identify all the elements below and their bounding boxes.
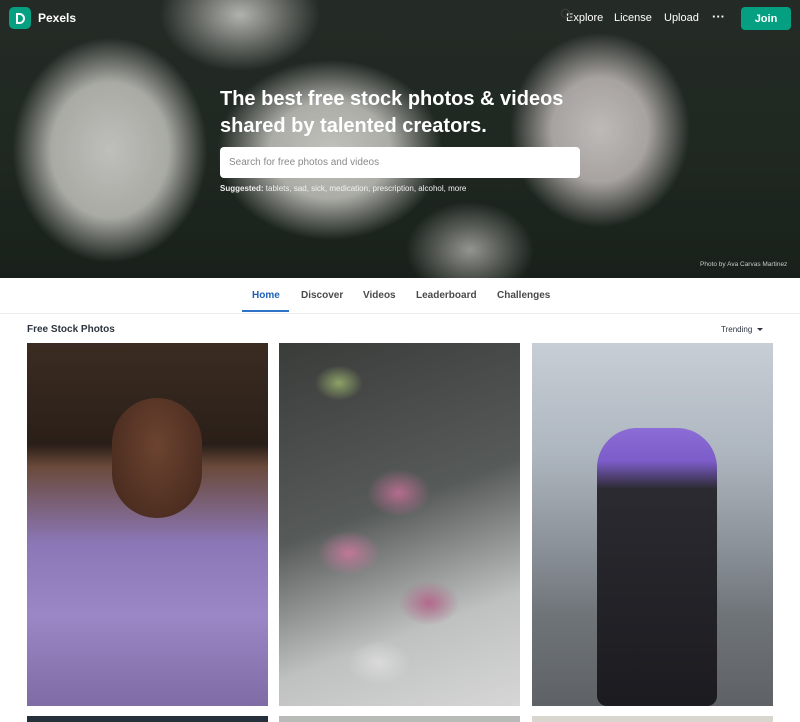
- sort-dropdown[interactable]: Trending: [721, 325, 764, 334]
- photo-flower-shelves[interactable]: [279, 343, 520, 706]
- photo-next-row-1[interactable]: [27, 716, 268, 722]
- hero-banner: Pexels Explore License Upload ··· Join T…: [0, 0, 800, 278]
- sort-selected-value: Trending: [721, 325, 753, 334]
- search-icon[interactable]: [560, 8, 573, 21]
- tab-videos[interactable]: Videos: [363, 290, 396, 301]
- tab-home[interactable]: Home: [252, 290, 280, 301]
- photo-next-row-3[interactable]: [532, 716, 773, 722]
- photo-next-row-2[interactable]: [279, 716, 520, 722]
- chevron-down-icon: [757, 328, 764, 332]
- suggested-searches: Suggested: tablets, sad, sick, medicatio…: [220, 184, 466, 193]
- hero-headline: The best free stock photos & videos shar…: [220, 86, 600, 140]
- photo-credit[interactable]: Photo by Ava Carvas Martinez: [700, 261, 787, 268]
- active-tab-indicator: [242, 310, 289, 312]
- hero-headline-line1: The best free stock photos & videos: [220, 88, 564, 110]
- search-input[interactable]: [220, 147, 550, 178]
- section-tabs: Home Discover Videos Leaderboard Challen…: [0, 278, 800, 314]
- photo-woman-lavender-hoodie[interactable]: [27, 343, 268, 706]
- logo-glyph: [15, 12, 25, 24]
- nav-license[interactable]: License: [614, 12, 652, 24]
- suggested-label: Suggested:: [220, 184, 264, 193]
- tab-challenges[interactable]: Challenges: [497, 290, 550, 301]
- hero-headline-line2: shared by talented creators.: [220, 115, 487, 137]
- photo-woman-purple-hair[interactable]: [532, 343, 773, 706]
- more-menu-icon[interactable]: ···: [712, 9, 725, 24]
- tab-discover[interactable]: Discover: [301, 290, 343, 301]
- top-navigation: Pexels Explore License Upload ··· Join: [0, 0, 800, 36]
- tab-leaderboard[interactable]: Leaderboard: [416, 290, 477, 301]
- join-button[interactable]: Join: [741, 7, 791, 30]
- pexels-logo-icon[interactable]: [9, 7, 31, 29]
- suggested-terms[interactable]: tablets, sad, sick, medication, prescrip…: [266, 184, 467, 193]
- nav-upload[interactable]: Upload: [664, 12, 699, 24]
- section-title: Free Stock Photos: [27, 324, 115, 335]
- photo-subject: [112, 398, 202, 518]
- photo-subject: [597, 428, 717, 706]
- search-bar[interactable]: [220, 147, 580, 178]
- brand-name[interactable]: Pexels: [38, 11, 76, 25]
